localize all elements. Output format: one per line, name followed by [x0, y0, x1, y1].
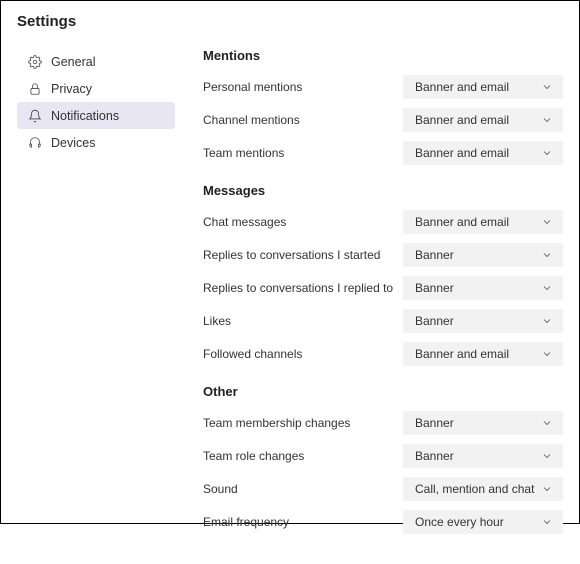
dropdown-value: Banner and email [415, 347, 509, 361]
section-mentions: Mentions Personal mentions Banner and em… [203, 48, 563, 165]
chevron-down-icon [541, 249, 553, 261]
chevron-down-icon [541, 81, 553, 93]
setting-label: Team role changes [203, 449, 304, 463]
dropdown-followed-channels[interactable]: Banner and email [403, 342, 563, 366]
setting-label: Personal mentions [203, 80, 302, 94]
section-header: Messages [203, 183, 563, 198]
dropdown-value: Banner [415, 314, 454, 328]
setting-label: Chat messages [203, 215, 286, 229]
sidebar-item-label: Notifications [51, 109, 119, 123]
setting-row-sound: Sound Call, mention and chat [203, 477, 563, 501]
section-messages: Messages Chat messages Banner and email … [203, 183, 563, 366]
dropdown-replies-started[interactable]: Banner [403, 243, 563, 267]
chevron-down-icon [541, 114, 553, 126]
section-header: Mentions [203, 48, 563, 63]
dropdown-membership-changes[interactable]: Banner [403, 411, 563, 435]
sidebar-item-general[interactable]: General [17, 48, 175, 75]
dropdown-channel-mentions[interactable]: Banner and email [403, 108, 563, 132]
lock-icon [27, 81, 42, 96]
setting-row-replies-started: Replies to conversations I started Banne… [203, 243, 563, 267]
setting-row-personal-mentions: Personal mentions Banner and email [203, 75, 563, 99]
setting-row-team-mentions: Team mentions Banner and email [203, 141, 563, 165]
section-header: Other [203, 384, 563, 399]
chevron-down-icon [541, 417, 553, 429]
setting-label: Likes [203, 314, 231, 328]
setting-label: Sound [203, 482, 238, 496]
dropdown-sound[interactable]: Call, mention and chat [403, 477, 563, 501]
dropdown-value: Banner [415, 416, 454, 430]
setting-label: Team mentions [203, 146, 284, 160]
dropdown-value: Call, mention and chat [415, 482, 534, 496]
dropdown-role-changes[interactable]: Banner [403, 444, 563, 468]
setting-row-membership-changes: Team membership changes Banner [203, 411, 563, 435]
chevron-down-icon [541, 483, 553, 495]
dropdown-team-mentions[interactable]: Banner and email [403, 141, 563, 165]
sidebar: General Privacy Notifications Devices [17, 48, 175, 552]
chevron-down-icon [541, 216, 553, 228]
chevron-down-icon [541, 348, 553, 360]
setting-row-followed-channels: Followed channels Banner and email [203, 342, 563, 366]
dropdown-personal-mentions[interactable]: Banner and email [403, 75, 563, 99]
sidebar-item-label: Privacy [51, 82, 92, 96]
sidebar-item-privacy[interactable]: Privacy [17, 75, 175, 102]
dropdown-value: Banner [415, 449, 454, 463]
dropdown-value: Banner [415, 281, 454, 295]
dropdown-value: Banner [415, 248, 454, 262]
setting-label: Email frequency [203, 515, 289, 529]
sidebar-item-notifications[interactable]: Notifications [17, 102, 175, 129]
setting-row-role-changes: Team role changes Banner [203, 444, 563, 468]
setting-row-channel-mentions: Channel mentions Banner and email [203, 108, 563, 132]
dropdown-likes[interactable]: Banner [403, 309, 563, 333]
setting-label: Team membership changes [203, 416, 350, 430]
sidebar-item-label: Devices [51, 136, 95, 150]
setting-label: Replies to conversations I started [203, 248, 380, 262]
setting-label: Followed channels [203, 347, 302, 361]
sidebar-item-devices[interactable]: Devices [17, 129, 175, 156]
dropdown-chat-messages[interactable]: Banner and email [403, 210, 563, 234]
setting-label: Replies to conversations I replied to [203, 281, 393, 295]
gear-icon [27, 54, 42, 69]
headset-icon [27, 135, 42, 150]
setting-row-replies-replied: Replies to conversations I replied to Ba… [203, 276, 563, 300]
setting-row-email-frequency: Email frequency Once every hour [203, 510, 563, 534]
setting-label: Channel mentions [203, 113, 300, 127]
dropdown-value: Banner and email [415, 80, 509, 94]
dropdown-value: Banner and email [415, 113, 509, 127]
chevron-down-icon [541, 315, 553, 327]
chevron-down-icon [541, 450, 553, 462]
page-title: Settings [17, 13, 563, 30]
bell-icon [27, 108, 42, 123]
section-other: Other Team membership changes Banner Tea… [203, 384, 563, 534]
settings-content: Mentions Personal mentions Banner and em… [175, 48, 563, 552]
dropdown-value: Once every hour [415, 515, 504, 529]
setting-row-chat-messages: Chat messages Banner and email [203, 210, 563, 234]
chevron-down-icon [541, 516, 553, 528]
chevron-down-icon [541, 282, 553, 294]
sidebar-item-label: General [51, 55, 95, 69]
setting-row-likes: Likes Banner [203, 309, 563, 333]
dropdown-value: Banner and email [415, 146, 509, 160]
dropdown-value: Banner and email [415, 215, 509, 229]
dropdown-email-frequency[interactable]: Once every hour [403, 510, 563, 534]
dropdown-replies-replied[interactable]: Banner [403, 276, 563, 300]
chevron-down-icon [541, 147, 553, 159]
